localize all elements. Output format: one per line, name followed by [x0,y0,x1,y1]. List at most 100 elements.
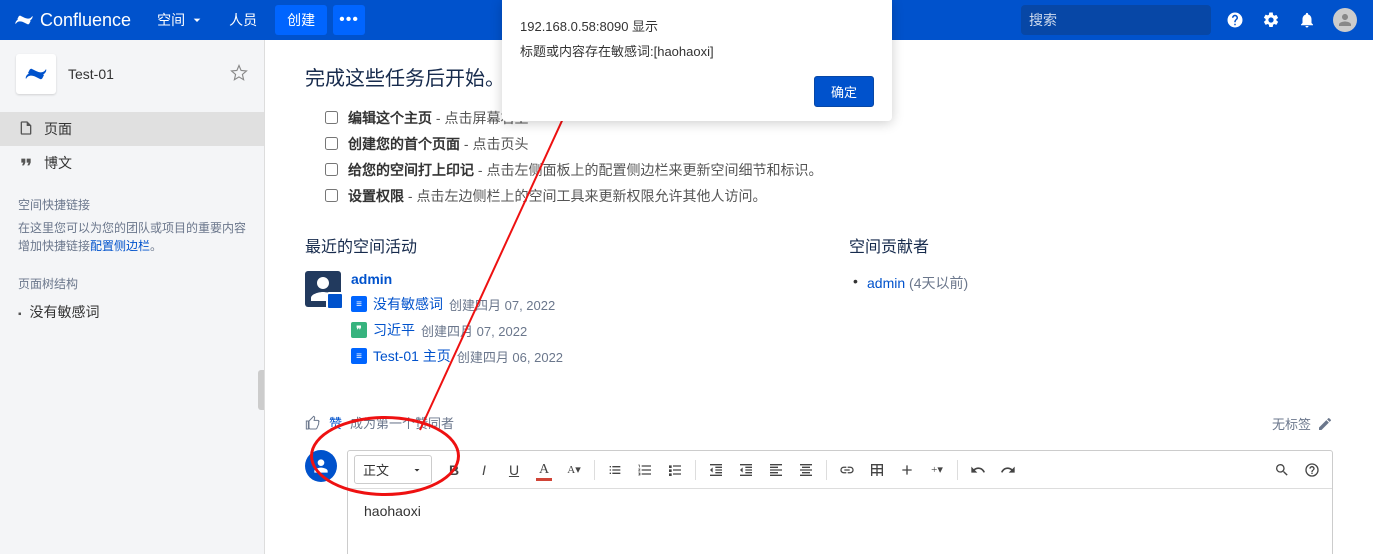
thumbs-up-icon [305,415,321,431]
tasklist-button[interactable] [661,456,689,484]
task-rest: - 点击页头 [460,136,528,152]
no-label-text: 无标签 [1272,414,1311,433]
confluence-icon [24,62,48,86]
task-item: 设置权限 - 点击左边侧栏上的空间工具来更新权限允许其他人访问。 [325,183,1333,209]
paragraph-style-select[interactable]: 正文 [354,455,432,484]
find-button[interactable] [1268,456,1296,484]
nav-spaces-label: 空间 [157,10,185,30]
more-format-button[interactable]: A▾ [560,456,588,484]
like-button[interactable] [305,415,321,431]
task-checkbox[interactable] [325,137,338,150]
editor-toolbar: 正文 B I U A A▾ [348,451,1332,489]
task-text: 创建您的首个页面 - 点击页头 [348,134,528,154]
task-checkbox[interactable] [325,189,338,202]
activity-link[interactable]: Test-01 主页 [373,346,451,366]
activity-meta: 创建四月 07, 2022 [421,321,527,340]
user-icon [311,456,331,476]
sidebar-item-blogs[interactable]: 博文 [0,146,264,180]
sidebar-item-pages[interactable]: 页面 [0,112,264,146]
bold-button[interactable]: B [440,456,468,484]
user-icon [305,271,341,307]
dialog-actions: 确定 [520,76,874,107]
help-button[interactable] [1217,0,1253,40]
activity-meta: 创建四月 06, 2022 [457,347,563,366]
underline-button[interactable]: U [500,456,528,484]
task-item: 创建您的首个页面 - 点击页头 [325,131,1333,157]
outdent-button[interactable] [702,456,730,484]
undo-button[interactable] [964,456,992,484]
contributors-col: 空间贡献者 admin (4天以前) [849,233,1333,377]
nav-people-label: 人员 [229,10,257,30]
more-button[interactable]: ••• [333,5,365,35]
dialog-host: 192.168.0.58:8090 显示 [520,16,874,35]
configure-sidebar-link[interactable]: 配置侧边栏 [90,239,150,253]
bell-icon [1298,11,1316,29]
contributor-item: admin (4天以前) [849,271,1333,295]
shortcuts-desc-end: 。 [150,239,162,253]
chevron-down-icon [411,464,423,476]
star-button[interactable] [230,64,248,85]
insert-button[interactable] [893,456,921,484]
link-button[interactable] [833,456,861,484]
alert-dialog: 192.168.0.58:8090 显示 标题或内容存在敏感词:[haohaox… [502,0,892,121]
indent-button[interactable] [732,456,760,484]
like-label[interactable]: 赞 [329,413,342,432]
nav-people[interactable]: 人员 [217,0,269,40]
task-text: 给您的空间打上印记 - 点击左侧面板上的配置侧边栏来更新空间细节和标识。 [348,160,822,180]
sidebar-resize-handle[interactable] [258,370,264,410]
like-hint: 成为第一个赞同者 [350,413,454,432]
dialog-ok-button[interactable]: 确定 [814,76,874,107]
redo-button[interactable] [994,456,1022,484]
activity-link[interactable]: 习近平 [373,320,415,340]
editor-help-button[interactable] [1298,456,1326,484]
blog-type-icon: ❞ [351,322,367,338]
align-left-button[interactable] [762,456,790,484]
table-button[interactable] [863,456,891,484]
nav-spaces[interactable]: 空间 [145,0,217,40]
search-input[interactable] [1029,12,1210,28]
settings-button[interactable] [1253,0,1289,40]
star-icon [230,64,248,82]
confluence-icon [14,10,34,30]
contributor-link[interactable]: admin [867,275,905,291]
search-box[interactable] [1021,5,1211,35]
editor-textarea[interactable]: haohaoxi [348,489,1332,554]
task-text: 设置权限 - 点击左边侧栏上的空间工具来更新权限允许其他人访问。 [348,186,766,206]
edit-labels-icon[interactable] [1317,416,1333,432]
task-title: 编辑这个主页 [348,110,432,126]
recent-activity-col: 最近的空间活动 admin ≡ 没有敏感词 创建四月 07, 2022 ❞ [305,233,789,377]
text-color-button[interactable]: A [530,456,558,484]
activity-link[interactable]: 没有敏感词 [373,294,443,314]
bullet-list-button[interactable] [601,456,629,484]
task-title: 给您的空间打上印记 [348,162,474,178]
user-avatar[interactable] [1333,8,1357,32]
insert-more-button[interactable]: +▾ [923,456,951,484]
tree-item[interactable]: 没有敏感词 [0,296,264,328]
activity-body: admin ≡ 没有敏感词 创建四月 07, 2022 ❞ 习近平 创建四月 0… [351,271,789,369]
separator [957,460,958,480]
editor-box: 正文 B I U A A▾ [347,450,1333,554]
task-item: 给您的空间打上印记 - 点击左侧面板上的配置侧边栏来更新空间细节和标识。 [325,157,1333,183]
dialog-message: 标题或内容存在敏感词:[haohaoxi] [520,41,874,60]
task-checkbox[interactable] [325,163,338,176]
task-rest: - 点击左侧面板上的配置侧边栏来更新空间细节和标识。 [474,162,822,178]
create-button[interactable]: 创建 [275,5,327,35]
task-checkbox[interactable] [325,111,338,124]
columns: 最近的空间活动 admin ≡ 没有敏感词 创建四月 07, 2022 ❞ [305,233,1333,377]
sidebar: Test-01 页面 博文 空间快捷链接 在这里您可以为您的团队或项目的重要内容… [0,40,265,554]
brand-logo[interactable]: Confluence [0,10,145,31]
italic-button[interactable]: I [470,456,498,484]
page-type-icon: ≡ [351,348,367,364]
activity-line: ❞ 习近平 创建四月 07, 2022 [351,317,789,343]
notifications-button[interactable] [1289,0,1325,40]
number-list-button[interactable] [631,456,659,484]
space-logo[interactable] [16,54,56,94]
activity-avatar[interactable] [305,271,341,307]
activity-user-link[interactable]: admin [351,271,789,287]
space-name[interactable]: Test-01 [68,66,218,82]
shortcuts-desc: 在这里您可以为您的团队或项目的重要内容增加快捷链接配置侧边栏。 [0,217,264,263]
align-dropdown-button[interactable] [792,456,820,484]
user-icon [1336,11,1354,29]
contributor-meta: (4天以前) [909,275,968,291]
sidebar-item-label: 页面 [44,119,72,139]
